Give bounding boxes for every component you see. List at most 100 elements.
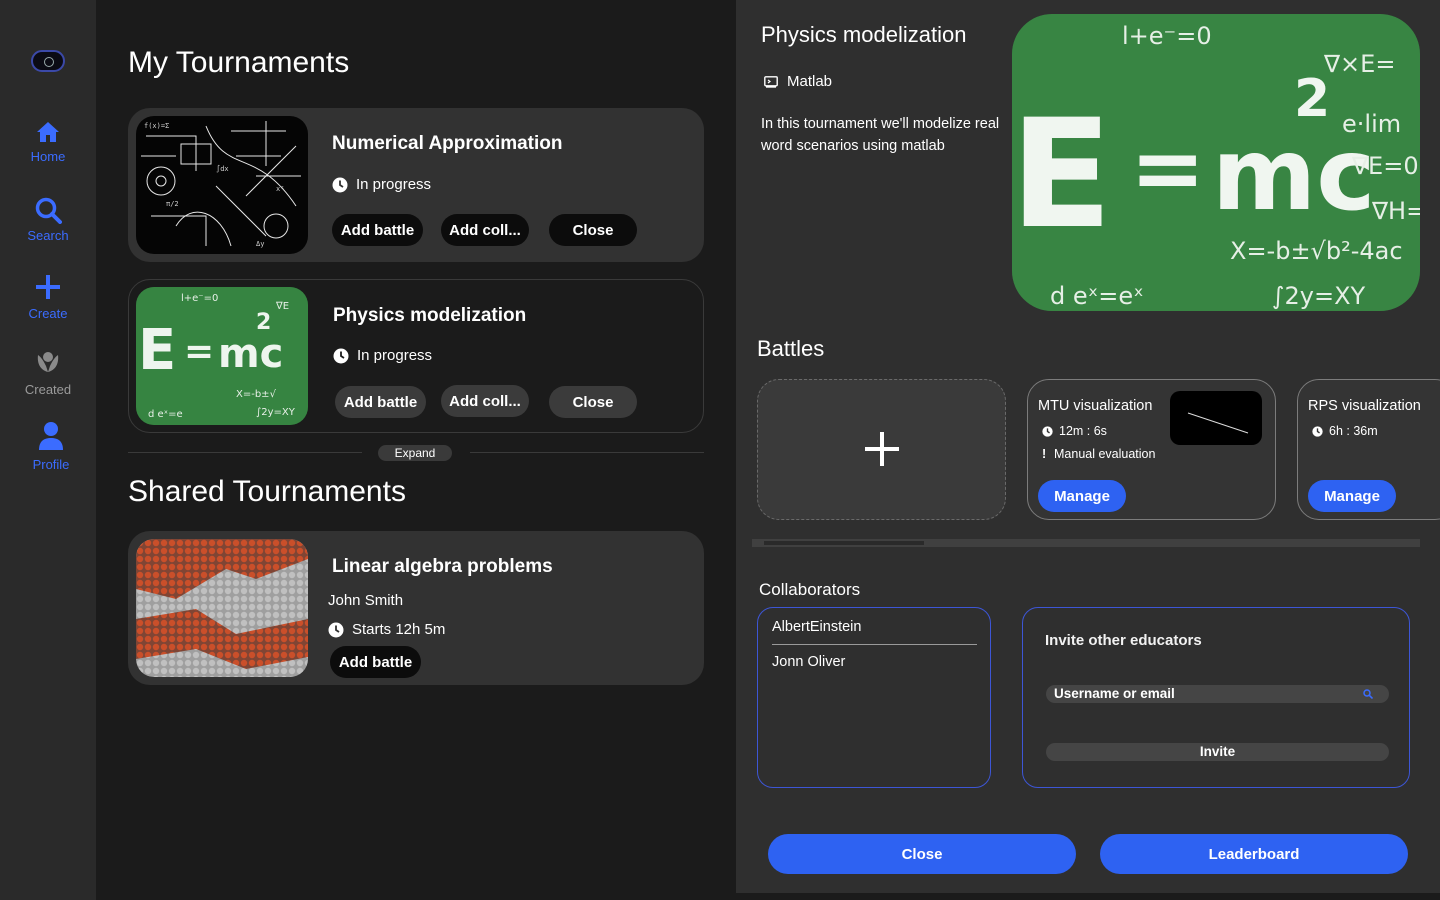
status-text: Starts 12h 5m bbox=[352, 621, 446, 638]
manage-battle-button[interactable]: Manage bbox=[1308, 480, 1396, 512]
nav-created-label: Created bbox=[24, 382, 72, 397]
svg-text:∫dx: ∫dx bbox=[216, 164, 229, 173]
collaborators-list: AlbertEinstein Jonn Oliver bbox=[757, 607, 991, 788]
tournament-start-time: Starts 12h 5m bbox=[328, 621, 445, 638]
add-battle-button[interactable]: Add battle bbox=[335, 386, 426, 418]
nav-profile-label: Profile bbox=[32, 457, 70, 472]
nav-home-label: Home bbox=[30, 149, 66, 164]
svg-text:∇×E=: ∇×E= bbox=[1323, 50, 1395, 78]
expand-button[interactable]: Expand bbox=[378, 445, 452, 461]
scrollbar-thumb[interactable] bbox=[764, 541, 924, 545]
svg-text:E: E bbox=[1012, 88, 1112, 262]
tournament-thumbnail: E = mc 2 l+e⁻=0 ∇E X=-b±√ d eˣ=e ∫2y=XY bbox=[136, 287, 308, 425]
add-battle-button[interactable]: Add battle bbox=[332, 214, 423, 246]
plus-icon bbox=[36, 275, 60, 299]
nav-home[interactable]: Home bbox=[0, 121, 96, 164]
collaborator-item[interactable]: AlbertEinstein bbox=[772, 619, 861, 635]
battle-evaluation: ! Manual evaluation bbox=[1042, 447, 1155, 461]
invite-panel: Invite other educators Username or email… bbox=[1022, 607, 1410, 788]
svg-text:e·lim: e·lim bbox=[1342, 110, 1401, 138]
divider bbox=[470, 452, 704, 453]
tournament-status: In progress bbox=[332, 176, 431, 193]
divider bbox=[128, 452, 362, 453]
svg-text:l+e⁻=0: l+e⁻=0 bbox=[1122, 22, 1212, 50]
my-tournaments-title: My Tournaments bbox=[128, 46, 350, 79]
svg-text:l+e⁻=0: l+e⁻=0 bbox=[181, 293, 218, 304]
plus-icon bbox=[865, 432, 899, 466]
tournament-name: Linear algebra problems bbox=[332, 556, 553, 577]
svg-text:=: = bbox=[184, 331, 214, 372]
invite-button[interactable]: Invite bbox=[1046, 743, 1389, 761]
battle-time-text: 6h : 36m bbox=[1329, 424, 1378, 438]
svg-text:2: 2 bbox=[1294, 69, 1330, 129]
battle-time: 6h : 36m bbox=[1312, 424, 1378, 438]
search-icon bbox=[1363, 689, 1373, 699]
svg-text:∫2y=XY: ∫2y=XY bbox=[256, 407, 296, 418]
battle-time-text: 12m : 6s bbox=[1059, 424, 1107, 438]
svg-text:X=-b±√b²-4ac: X=-b±√b²-4ac bbox=[1230, 237, 1403, 265]
svg-text:mc: mc bbox=[218, 331, 283, 377]
svg-text:x²: x² bbox=[276, 185, 284, 193]
sidebar: Home Search Create Created Profile bbox=[0, 0, 96, 900]
clock-icon bbox=[332, 177, 348, 192]
svg-text:Δy: Δy bbox=[256, 240, 264, 248]
nav-create[interactable]: Create bbox=[0, 274, 96, 321]
clock-icon bbox=[1312, 425, 1323, 437]
tournament-card[interactable]: E = mc 2 l+e⁻=0 ∇E X=-b±√ d eˣ=e ∫2y=XY Phy… bbox=[128, 279, 704, 433]
add-battle-button[interactable]: Add battle bbox=[330, 646, 421, 678]
svg-text:d eˣ=eˣ: d eˣ=eˣ bbox=[1050, 282, 1144, 310]
laurel-icon bbox=[37, 352, 59, 372]
detail-hero-image: E = mc 2 l+e⁻=0 ∇×E= e·lim ∇E=0 X=-b±√b²… bbox=[1012, 14, 1420, 311]
home-icon bbox=[37, 122, 59, 142]
close-tournament-button[interactable]: Close bbox=[549, 386, 637, 418]
add-battle-tile[interactable] bbox=[757, 379, 1006, 520]
nav-search[interactable]: Search bbox=[0, 196, 96, 243]
manage-battle-button[interactable]: Manage bbox=[1038, 480, 1126, 512]
svg-text:2: 2 bbox=[256, 310, 271, 335]
battle-name: RPS visualization bbox=[1308, 398, 1421, 414]
tournament-card[interactable]: f(x)=Σ ∫dx Δy π/2 x² Numerical Approximatio… bbox=[128, 108, 704, 262]
add-collaborator-button[interactable]: Add coll... bbox=[441, 214, 529, 246]
clock-icon bbox=[328, 622, 344, 637]
nav-search-label: Search bbox=[27, 228, 69, 243]
language-label: Matlab bbox=[787, 73, 833, 90]
battle-preview bbox=[1170, 391, 1262, 445]
close-tournament-button[interactable]: Close bbox=[549, 214, 637, 246]
add-collaborator-button[interactable]: Add coll... bbox=[441, 385, 529, 417]
nav-created[interactable]: Created bbox=[0, 348, 96, 397]
battles-scrollbar[interactable] bbox=[752, 539, 1420, 547]
svg-text:∇E: ∇E bbox=[275, 301, 289, 312]
exclamation-icon: ! bbox=[1042, 447, 1047, 461]
battle-card[interactable]: RPS visualization 6h : 36m Manage bbox=[1297, 379, 1440, 520]
status-text: In progress bbox=[356, 176, 432, 193]
svg-text:∇H=0: ∇H=0 bbox=[1371, 197, 1420, 225]
collaborators-title: Collaborators bbox=[759, 580, 861, 599]
nav-create-label: Create bbox=[28, 306, 68, 321]
clock-icon bbox=[1042, 425, 1053, 437]
svg-text:∇E=0: ∇E=0 bbox=[1351, 152, 1419, 180]
shared-tournament-card[interactable]: Linear algebra problems John Smith Start… bbox=[128, 531, 704, 685]
battles-title: Battles bbox=[757, 336, 825, 361]
leaderboard-button[interactable]: Leaderboard bbox=[1100, 834, 1408, 874]
tournament-detail-panel: Physics modelization Matlab In this tour… bbox=[736, 0, 1440, 893]
collaborator-item[interactable]: Jonn Oliver bbox=[772, 654, 845, 670]
svg-text:=: = bbox=[1130, 116, 1205, 221]
tournament-name: Numerical Approximation bbox=[332, 133, 563, 154]
detail-title: Physics modelization bbox=[761, 22, 967, 47]
nav-profile[interactable]: Profile bbox=[3, 421, 99, 472]
svg-text:d eˣ=e: d eˣ=e bbox=[148, 409, 183, 420]
battle-card[interactable]: MTU visualization 12m : 6s ! Manual eval… bbox=[1027, 379, 1276, 520]
detail-description: In this tournament we'll modelize real w… bbox=[761, 116, 1000, 154]
app-logo bbox=[31, 50, 65, 72]
divider bbox=[772, 644, 977, 645]
svg-text:X=-b±√: X=-b±√ bbox=[236, 389, 277, 400]
tournament-thumbnail bbox=[136, 539, 308, 677]
invite-search-input[interactable]: Username or email bbox=[1046, 685, 1389, 703]
user-icon bbox=[39, 422, 63, 450]
tournament-status: In progress bbox=[333, 347, 432, 364]
battle-time: 12m : 6s bbox=[1042, 424, 1107, 438]
status-text: In progress bbox=[357, 347, 433, 364]
code-icon bbox=[764, 75, 778, 88]
close-button[interactable]: Close bbox=[768, 834, 1076, 874]
svg-text:∫2y=XY: ∫2y=XY bbox=[1272, 282, 1366, 310]
